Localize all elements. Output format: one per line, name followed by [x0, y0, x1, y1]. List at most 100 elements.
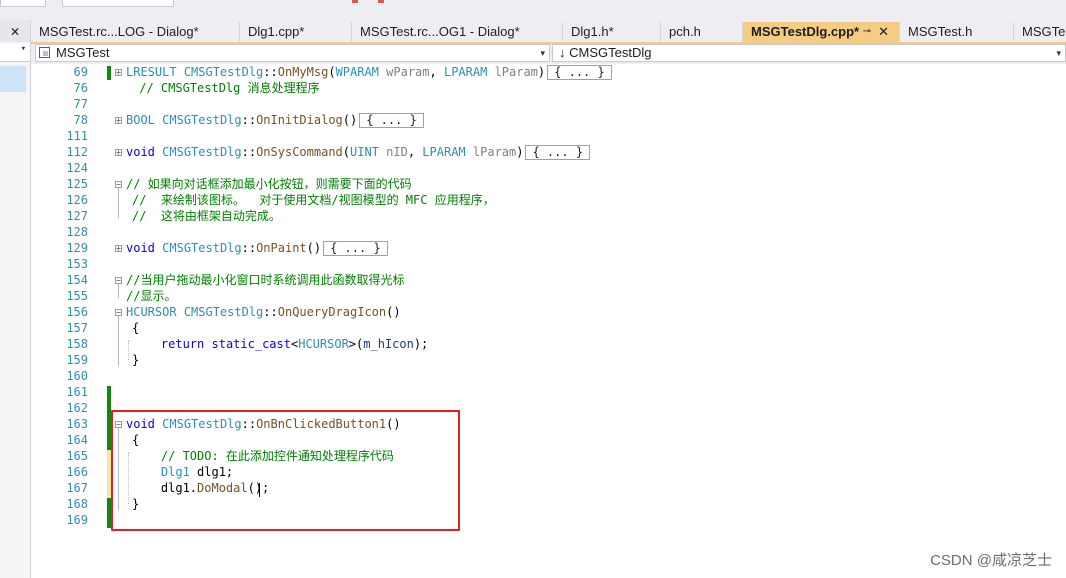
expand-icon[interactable]: + [115, 117, 122, 125]
code-line[interactable]: // CMSGTestDlg 消息处理程序 [132, 80, 319, 96]
side-panel: ✕ ▾ [0, 20, 31, 578]
line-number: 163 [66, 417, 88, 431]
tab-dlg1-cpp[interactable]: Dlg1.cpp* [240, 22, 352, 42]
toolbar-combo-2[interactable] [62, 0, 174, 7]
tab-label: MSGTest.rc...LOG - Dialog* [39, 24, 199, 39]
code-line[interactable]: } [132, 352, 139, 368]
collapse-icon[interactable]: − [115, 277, 122, 285]
collapse-icon[interactable]: − [115, 309, 122, 317]
toolbar-combo-1[interactable] [0, 0, 46, 7]
line-number: 161 [66, 385, 88, 399]
line-number: 158 [66, 337, 88, 351]
line-number: 153 [66, 257, 88, 271]
indent-guide [128, 340, 129, 360]
line-number: 164 [66, 433, 88, 447]
code-line[interactable]: // 来绘制该图标。 对于使用文档/视图模型的 MFC 应用程序， [132, 192, 495, 208]
code-line[interactable]: // 如果向对话框添加最小化按钮，则需要下面的代码 [126, 176, 412, 192]
document-tab-bar: MSGTest.rc...LOG - Dialog* Dlg1.cpp* MSG… [31, 20, 1066, 44]
collapsed-region-button[interactable]: { ... } [525, 145, 591, 160]
tab-msgtestdlg-cpp[interactable]: MSGTestDlg.cpp* ⊸ ✕ [743, 22, 900, 42]
tab-pch-h[interactable]: pch.h [661, 22, 743, 42]
text-caret [259, 483, 260, 497]
tab-label: MSGTest.rc...OG1 - Dialog* [360, 24, 520, 39]
tab-msgte-overflow[interactable]: MSGTe [1014, 22, 1066, 42]
highlight-box [111, 410, 460, 531]
code-line[interactable]: LRESULT CMSGTestDlg::OnMyMsg(WPARAM wPar… [126, 64, 612, 80]
collapsed-region-button[interactable]: { ... } [359, 113, 424, 128]
saved-change-marker [107, 66, 111, 80]
tab-label: pch.h [669, 24, 701, 39]
code-line[interactable]: return static_cast<HCURSOR>(m_hIcon); [132, 336, 428, 352]
code-line[interactable]: void CMSGTestDlg::OnSysCommand(UINT nID,… [126, 144, 591, 160]
code-line[interactable]: { [132, 320, 139, 336]
line-number: 124 [66, 161, 88, 175]
tab-label: Dlg1.h* [571, 24, 614, 39]
chevron-down-icon: ▾ [20, 44, 26, 54]
line-number: 129 [66, 241, 88, 255]
code-line[interactable]: //当用户拖动最小化窗口时系统调用此函数取得光标 [126, 272, 404, 288]
line-number: 166 [66, 465, 88, 479]
tab-label: MSGTest.h [908, 24, 973, 39]
code-line[interactable]: void CMSGTestDlg::OnPaint(){ ... } [126, 240, 388, 256]
toolbar-strip [0, 0, 1066, 20]
chevron-down-icon: ▾ [1056, 48, 1061, 58]
collapse-icon[interactable]: − [115, 181, 122, 189]
project-icon [39, 47, 50, 58]
fold-line [118, 314, 119, 366]
tab-label: MSGTestDlg.cpp* [751, 24, 860, 39]
class-arrow-icon: ↓ [559, 45, 566, 60]
line-number: 168 [66, 497, 88, 511]
line-number: 78 [73, 113, 88, 127]
class-combo[interactable]: ↓ CMSGTestDlg ▾ [552, 44, 1066, 62]
close-tab-icon[interactable]: ✕ [878, 22, 889, 42]
class-combo-value: CMSGTestDlg [569, 45, 652, 60]
project-combo[interactable]: MSGTest ▾ [35, 44, 550, 62]
line-number: 154 [66, 273, 88, 287]
tab-label: MSGTe [1022, 24, 1066, 39]
redo-icon[interactable] [378, 0, 384, 3]
line-number: 112 [66, 145, 88, 159]
line-number: 111 [66, 129, 88, 143]
line-number: 77 [73, 97, 88, 111]
tab-dlg1-h[interactable]: Dlg1.h* [563, 22, 661, 42]
code-line[interactable]: //显示。 [126, 288, 176, 304]
fold-line [118, 186, 119, 218]
line-number: 76 [73, 81, 88, 95]
tab-msgtest-rc-og1-dialog[interactable]: MSGTest.rc...OG1 - Dialog* [352, 22, 563, 42]
watermark: CSDN @咸凉芝士 [930, 552, 1052, 569]
code-line[interactable]: HCURSOR CMSGTestDlg::OnQueryDragIcon() [126, 304, 401, 320]
expand-icon[interactable]: + [115, 245, 122, 253]
collapsed-region-button[interactable]: { ... } [323, 241, 388, 256]
collapsed-region-button[interactable]: { ... } [547, 65, 612, 80]
line-number: 69 [73, 65, 88, 79]
expand-icon[interactable]: + [115, 69, 122, 77]
side-panel-dropdown[interactable]: ▾ [0, 43, 30, 62]
code-line[interactable]: BOOL CMSGTestDlg::OnInitDialog(){ ... } [126, 112, 424, 128]
undo-icon[interactable] [352, 0, 358, 3]
line-number: 165 [66, 449, 88, 463]
code-line[interactable]: // 这将由框架自动完成。 [132, 208, 281, 224]
side-panel-selected-item[interactable] [0, 66, 26, 92]
tab-msgtest-h[interactable]: MSGTest.h [900, 22, 1014, 42]
line-number: 128 [66, 225, 88, 239]
chevron-down-icon: ▾ [540, 48, 545, 58]
line-number: 155 [66, 289, 88, 303]
line-number: 162 [66, 401, 88, 415]
line-number: 127 [66, 209, 88, 223]
navigation-bar: MSGTest ▾ ↓ CMSGTestDlg ▾ [31, 44, 1066, 64]
tab-label: Dlg1.cpp* [248, 24, 305, 39]
line-number: 167 [66, 481, 88, 495]
pin-icon[interactable]: ⊸ [863, 22, 871, 42]
close-icon[interactable]: ✕ [0, 20, 30, 42]
tab-msgtest-rc-dialog[interactable]: MSGTest.rc...LOG - Dialog* [31, 22, 240, 42]
line-number: 157 [66, 321, 88, 335]
line-number: 160 [66, 369, 88, 383]
line-number: 159 [66, 353, 88, 367]
code-editor[interactable]: + + + − + − − − 69 LRESULT CMSGTestDlg::O… [31, 64, 1066, 578]
line-number: 169 [66, 513, 88, 527]
line-number: 126 [66, 193, 88, 207]
line-number: 125 [66, 177, 88, 191]
project-combo-value: MSGTest [56, 45, 110, 60]
line-number: 156 [66, 305, 88, 319]
expand-icon[interactable]: + [115, 149, 122, 157]
